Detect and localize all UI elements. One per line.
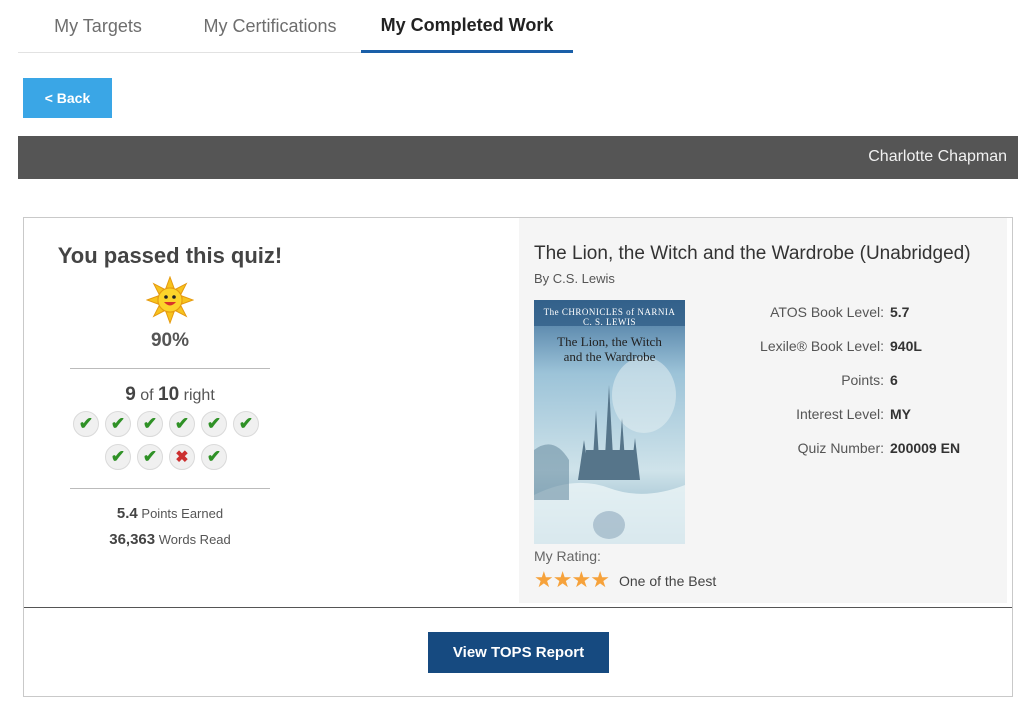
answer-correct-icon: ✔ — [137, 411, 163, 437]
quiz-score: 9 of 10 right — [20, 384, 320, 406]
correct-count: 9 — [125, 384, 136, 405]
back-button[interactable]: < Back — [23, 78, 112, 118]
lexile-level-label: Lexile® Book Level: — [760, 338, 884, 354]
answer-correct-icon: ✔ — [233, 411, 259, 437]
smiling-sun-icon — [146, 276, 194, 324]
total-count: 10 — [158, 384, 180, 405]
quiz-passed-heading: You passed this quiz! — [57, 243, 283, 268]
quiz-percent: 90% — [150, 330, 190, 351]
view-tops-report-button[interactable]: View TOPS Report — [428, 632, 609, 673]
star-icon: ★ — [534, 567, 554, 592]
answer-correct-icon: ✔ — [201, 444, 227, 470]
rating-stars: ★★★★ — [534, 567, 610, 593]
star-icon: ★ — [571, 567, 591, 592]
card-divider — [24, 607, 1012, 608]
cover-title: The Lion, the Witch and the Wardrobe — [557, 334, 662, 364]
answer-correct-icon: ✔ — [105, 411, 131, 437]
answer-correct-icon: ✔ — [73, 411, 99, 437]
points-earned: 5.4 Points Earned — [20, 505, 320, 522]
points-earned-value: 5.4 — [116, 505, 138, 522]
words-read: 36,363 Words Read — [20, 531, 320, 548]
score-of-text: of — [140, 387, 154, 404]
interest-level-value: MY — [890, 406, 911, 422]
star-icon: ★ — [590, 567, 610, 592]
tab-bar: My Targets My Certifications My Complete… — [18, 0, 573, 53]
answer-correct-icon: ✔ — [201, 411, 227, 437]
student-name: Charlotte Chapman — [868, 148, 1007, 165]
book-cover-image: The CHRONICLES of NARNIA C. S. LEWIS The… — [534, 300, 685, 544]
atos-level-label: ATOS Book Level: — [770, 304, 884, 320]
book-points-value: 6 — [890, 372, 898, 388]
quiz-result-card: You passed this quiz! 90% 9 of 10 right … — [23, 217, 1013, 697]
divider — [70, 368, 270, 369]
book-points-label: Points: — [841, 372, 884, 388]
words-read-value: 36,363 — [109, 531, 156, 548]
score-right-text: right — [183, 387, 215, 404]
tab-my-targets[interactable]: My Targets — [18, 0, 178, 52]
answer-incorrect-icon: ✖ — [169, 444, 195, 470]
points-earned-label: Points Earned — [141, 506, 224, 521]
atos-level-value: 5.7 — [890, 304, 910, 320]
interest-level-label: Interest Level: — [796, 406, 884, 422]
student-name-bar: Charlotte Chapman — [18, 136, 1018, 179]
answer-correct-icon: ✔ — [105, 444, 131, 470]
star-icon: ★ — [552, 567, 573, 592]
lexile-level-value: 940L — [890, 338, 922, 354]
cover-series: The CHRONICLES of NARNIA C. S. LEWIS — [543, 307, 676, 327]
book-details: The Lion, the Witch and the Wardrobe (Un… — [519, 218, 1007, 603]
my-rating-label: My Rating: — [534, 548, 601, 564]
rating-text: One of the Best — [619, 573, 717, 589]
quiz-number-value: 200009 EN — [890, 440, 961, 456]
book-title[interactable]: The Lion, the Witch and the Wardrobe (Un… — [534, 243, 971, 265]
divider — [70, 488, 270, 489]
words-read-label: Words Read — [158, 532, 231, 547]
tab-my-completed-work[interactable]: My Completed Work — [361, 0, 573, 53]
book-author: By C.S. Lewis — [534, 271, 615, 286]
answer-correct-icon: ✔ — [169, 411, 195, 437]
quiz-number-label: Quiz Number: — [797, 440, 884, 456]
tab-my-certifications[interactable]: My Certifications — [180, 0, 360, 52]
answer-correct-icon: ✔ — [137, 444, 163, 470]
